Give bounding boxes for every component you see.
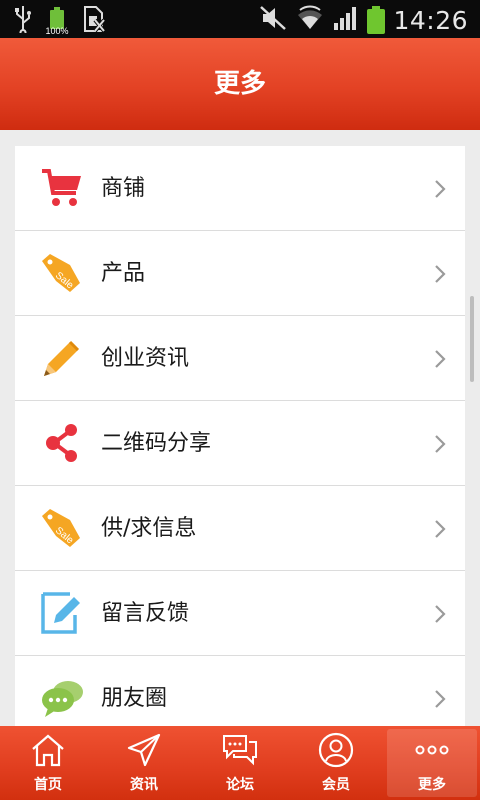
- share-icon: [40, 421, 84, 465]
- menu-item-label: 供/求信息: [101, 516, 197, 541]
- battery-percent-label: 100%: [45, 26, 69, 36]
- tab-home[interactable]: 首页: [0, 726, 96, 800]
- menu-item-supply-demand[interactable]: Sale 供/求信息: [15, 486, 465, 571]
- chevron-right-icon: [433, 604, 447, 624]
- menu-item-label: 留言反馈: [101, 601, 190, 626]
- menu-item-label: 创业资讯: [101, 346, 190, 371]
- menu-item-label: 产品: [101, 261, 146, 286]
- battery-icon: [367, 6, 386, 34]
- tab-member[interactable]: 会员: [288, 726, 384, 800]
- cart-icon: [40, 166, 84, 210]
- tab-label: 会员: [322, 777, 350, 793]
- chevron-right-icon: [433, 519, 447, 539]
- menu-item-qrcode-share[interactable]: 二维码分享: [15, 401, 465, 486]
- status-bar: 100% 14:26: [0, 0, 480, 38]
- sim-missing-icon: [82, 5, 106, 37]
- more-icon: [414, 732, 450, 768]
- send-icon: [126, 732, 162, 768]
- chevron-right-icon: [433, 434, 447, 454]
- sale-tag-icon: Sale: [40, 506, 84, 550]
- bottom-nav: 首页 资讯 论坛 会员 更多: [0, 726, 480, 800]
- tab-label: 首页: [34, 777, 62, 793]
- menu-item-products[interactable]: Sale 产品: [15, 231, 465, 316]
- member-icon: [318, 732, 354, 768]
- tab-label: 更多: [418, 777, 446, 793]
- more-menu-list: 商铺 Sale 产品 创业资讯 二维码分享 Sale 供/求信息 留言反馈 朋友…: [15, 146, 465, 741]
- scrollbar[interactable]: [470, 296, 474, 382]
- menu-item-shops[interactable]: 商铺: [15, 146, 465, 231]
- usb-icon: [14, 5, 32, 37]
- pencil-icon: [40, 336, 84, 380]
- clock: 14:26: [393, 5, 468, 35]
- header-bar: 更多: [0, 38, 480, 130]
- home-icon: [30, 732, 66, 768]
- menu-item-startup-news[interactable]: 创业资讯: [15, 316, 465, 401]
- tab-more[interactable]: 更多: [384, 726, 480, 800]
- tab-forum[interactable]: 论坛: [192, 726, 288, 800]
- chevron-right-icon: [433, 179, 447, 199]
- tab-news[interactable]: 资讯: [96, 726, 192, 800]
- mute-icon: [259, 4, 287, 36]
- menu-item-label: 商铺: [101, 176, 146, 201]
- tab-label: 论坛: [226, 777, 254, 793]
- page-title: 更多: [213, 69, 266, 99]
- chevron-right-icon: [433, 689, 447, 709]
- menu-item-label: 二维码分享: [101, 431, 212, 456]
- chat-bubbles-icon: [40, 676, 84, 720]
- chevron-right-icon: [433, 349, 447, 369]
- chevron-right-icon: [433, 264, 447, 284]
- tab-label: 资讯: [130, 777, 158, 793]
- forum-icon: [222, 732, 258, 768]
- menu-item-feedback[interactable]: 留言反馈: [15, 571, 465, 656]
- battery-full-icon: 100%: [45, 7, 69, 36]
- sale-tag-icon: Sale: [40, 251, 84, 295]
- edit-note-icon: [40, 591, 84, 635]
- wifi-icon: [295, 4, 325, 36]
- signal-icon: [333, 4, 359, 36]
